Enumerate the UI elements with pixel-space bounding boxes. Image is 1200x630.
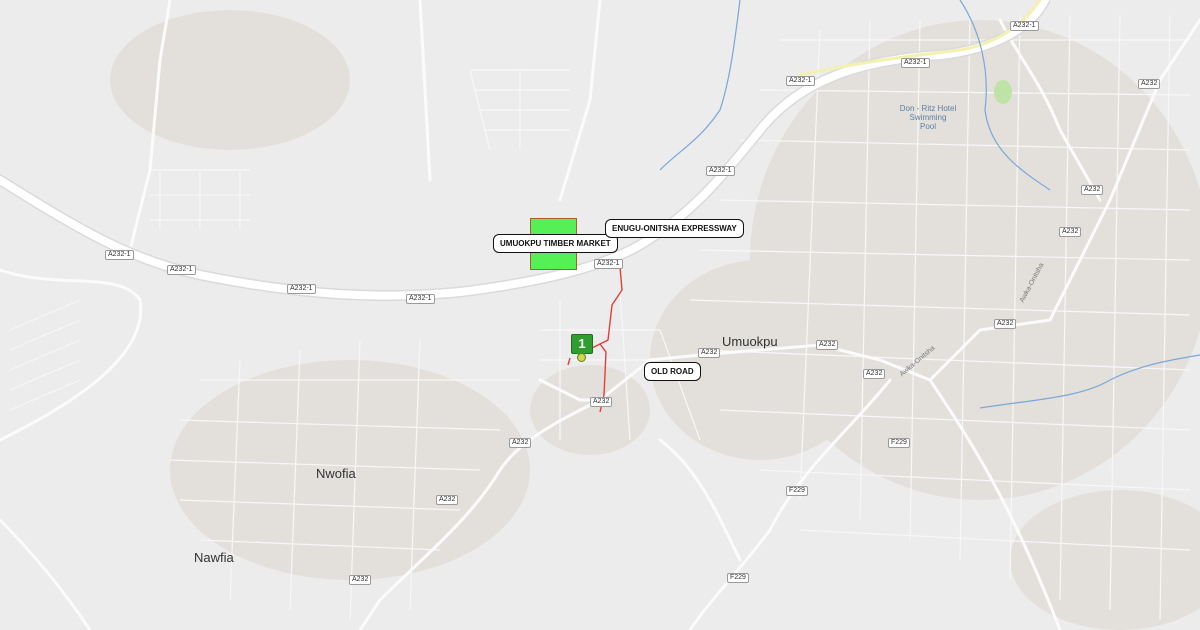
road-shield: A232 <box>698 348 721 358</box>
road-shield: F229 <box>786 486 808 496</box>
road-shield: A232-1 <box>406 294 435 304</box>
road-shield: A232-1 <box>786 76 815 86</box>
road-shield: A232 <box>863 369 886 379</box>
road-shield: F229 <box>888 438 910 448</box>
poi-line: Swimming <box>909 113 947 122</box>
town-label-nawfia: Nawfia <box>194 550 234 565</box>
road-shield: A232 <box>1081 185 1104 195</box>
settlement-texture <box>110 10 1200 630</box>
poi-line: Don - Ritz Hotel <box>899 104 957 113</box>
town-label-umuokpu: Umuokpu <box>722 334 778 349</box>
road-shield: A232 <box>509 438 532 448</box>
road-shield: A232-1 <box>287 284 316 294</box>
callout-expressway[interactable]: ENUGU-ONITSHA EXPRESSWAY <box>605 219 744 238</box>
road-shield: A232 <box>349 575 372 585</box>
road-shield: A232 <box>590 397 613 407</box>
park-area <box>994 80 1012 104</box>
road-shield: A232-1 <box>901 58 930 68</box>
base-map <box>0 0 1200 630</box>
road-shield: A232-1 <box>167 265 196 275</box>
road-shield: A232-1 <box>105 250 134 260</box>
poi-hotel-label[interactable]: Don - Ritz Hotel Swimming Pool <box>898 104 958 131</box>
road-shield: A232-1 <box>1010 21 1039 31</box>
road-shield: F229 <box>727 573 749 583</box>
town-label-nwofia: Nwofia <box>316 466 356 481</box>
location-marker[interactable]: 1 <box>571 334 593 354</box>
location-marker-dot <box>577 353 586 362</box>
road-shield: A232 <box>1138 79 1161 89</box>
callout-timber-market[interactable]: UMUOKPU TIMBER MARKET <box>493 234 618 253</box>
road-shield: A232 <box>436 495 459 505</box>
road-shield: A232-1 <box>594 259 623 269</box>
road-shield: A232 <box>1059 227 1082 237</box>
map-canvas[interactable]: Umuokpu Nwofia Nawfia A232-1 A232-1 A232… <box>0 0 1200 630</box>
callout-old-road[interactable]: OLD ROAD <box>644 362 701 381</box>
road-shield: A232-1 <box>706 166 735 176</box>
poi-line: Pool <box>919 122 936 131</box>
road-shield: A232 <box>994 319 1017 329</box>
road-shield: A232 <box>816 340 839 350</box>
